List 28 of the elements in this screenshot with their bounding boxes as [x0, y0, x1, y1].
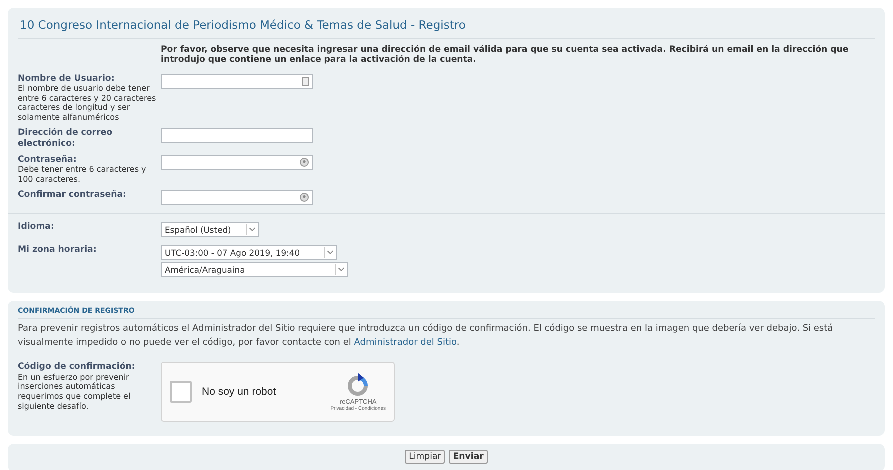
field-label: Idioma:	[18, 222, 56, 233]
field-hint: En un esfuerzo por prevenir inserciones automáticas requerimos que complete el siguiente desafío.	[18, 372, 132, 412]
field-label: Contraseña:	[18, 154, 78, 166]
admin-link[interactable]: Administrador del Sitio	[354, 338, 457, 348]
dropdown[interactable]: UTC-03:00 - 07 Ago 2019, 19:40	[161, 245, 337, 260]
field-hint: El nombre de usuario debe tener entre 6 caracteres y 20 caracteres caracteres de longitud y ser solamente alfanuméricos	[18, 84, 158, 122]
input-field[interactable]	[161, 74, 313, 89]
field-label: Confirmar contraseña:	[18, 190, 128, 201]
field-label: Dirección de correo electrónico:	[18, 128, 114, 149]
notice-text: Por favor, observe que necesita ingresar una dirección de email válida para que su cuenta sea activada. Recibirá un email en la dirección que introdujo que contiene un enlace para la activación de la cuenta.	[161, 45, 850, 66]
caret-icon	[324, 247, 336, 258]
password-field[interactable]	[161, 154, 313, 170]
field-hint: Debe tener entre 6 caracteres y 100 caracteres.	[18, 165, 148, 184]
input-field[interactable]	[161, 128, 313, 144]
caret-icon	[335, 264, 347, 276]
reset-button[interactable]: Limpiar	[405, 450, 446, 464]
confirmation-text: Para prevenir registros automáticos el Administrador del Sitio requiere que introduzca un código de confirmación. El código se muestra en la imagen que debería ver debajo. Si está visualmente impedido o no puede ver el código, por favor contacte con el Administrador del Sitio.	[18, 323, 834, 350]
field-label: Código de confirmación:	[18, 362, 136, 373]
dropdown[interactable]: América/Araguaina	[161, 262, 348, 278]
submit-button[interactable]: Enviar	[449, 450, 488, 464]
field-label: Mi zona horaria:	[18, 245, 98, 256]
password-field[interactable]	[161, 190, 313, 206]
dropdown[interactable]: Español (Usted)	[161, 222, 259, 238]
captcha-label: No soy un robot	[202, 386, 278, 398]
page-title: 10 Congreso Internacional de Periodismo Médico & Temas de Salud - Registro	[18, 14, 875, 39]
captcha-checkbox[interactable]	[170, 381, 192, 404]
caret-icon	[246, 224, 258, 236]
field-label: Nombre de Usuario:	[18, 74, 116, 84]
